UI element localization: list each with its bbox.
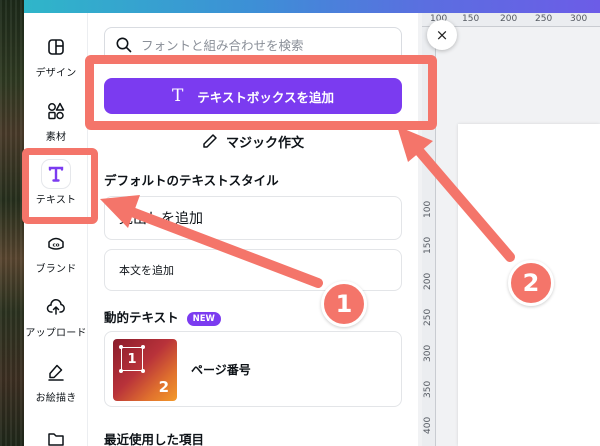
font-search-box[interactable]	[104, 27, 402, 63]
sidebar-item-design[interactable]: デザイン	[24, 33, 88, 79]
magic-write-button[interactable]: マジック作文	[104, 125, 402, 157]
ruler-tick: 100	[423, 200, 433, 218]
page-number-thumbnail: 1 2	[113, 339, 177, 401]
ruler-tick: 300	[570, 14, 588, 24]
draw-icon	[42, 358, 70, 386]
thumb-number-2: 2	[158, 378, 169, 396]
text-panel: T テキストボックスを追加 マジック作文 デフォルトのテキストスタイル 見出しを…	[88, 13, 418, 446]
sidebar-item-label: お絵描き	[35, 393, 77, 404]
new-badge: NEW	[186, 312, 221, 326]
ruler-tick: 200	[423, 272, 433, 290]
sidebar-item-label: 素材	[45, 132, 67, 143]
close-icon: ×	[435, 26, 449, 44]
upload-cloud-icon	[42, 293, 70, 321]
ruler-tick: 400	[423, 416, 433, 434]
svg-text:co: co	[52, 243, 59, 249]
elements-icon	[42, 97, 70, 125]
sidebar-item-label: デザイン	[35, 68, 77, 79]
sidebar-item-text[interactable]: テキスト	[24, 160, 88, 206]
sidebar-item-label: ブランド	[35, 264, 77, 275]
add-heading-card[interactable]: 見出しを追加	[104, 196, 402, 240]
page-number-label: ページ番号	[191, 363, 251, 377]
magic-write-label: マジック作文	[225, 135, 304, 151]
header-gradient-bar	[24, 0, 600, 13]
background-photo-strip	[0, 0, 24, 446]
recent-items-title: 最近使用した項目	[104, 432, 205, 446]
add-textbox-button[interactable]: T テキストボックスを追加	[104, 78, 402, 114]
heading-label: 見出しを追加	[119, 211, 203, 227]
add-textbox-label: テキストボックスを追加	[197, 89, 335, 105]
dynamic-text-label: 動的テキスト	[104, 310, 179, 325]
brand-icon: co	[42, 229, 70, 257]
default-styles-title: デフォルトのテキストスタイル	[104, 173, 279, 188]
text-icon	[42, 160, 70, 188]
sidebar-item-brand[interactable]: co ブランド	[24, 229, 88, 275]
dynamic-text-title: 動的テキスト NEW	[104, 307, 221, 326]
close-panel-button[interactable]: ×	[427, 20, 457, 50]
sidebar-item-projects[interactable]	[24, 425, 88, 446]
layout-icon	[42, 33, 70, 61]
text-t-icon: T	[171, 86, 184, 106]
sidebar-item-upload[interactable]: アップロード	[24, 293, 88, 339]
search-input[interactable]	[141, 37, 391, 53]
ruler-tick: 200	[500, 14, 518, 24]
magic-pen-icon	[203, 134, 217, 148]
step-2-label: 2	[522, 269, 540, 297]
page-number-card[interactable]: 1 2 ページ番号	[104, 331, 402, 407]
search-icon	[116, 37, 132, 53]
folder-icon	[42, 425, 70, 446]
step-1-label: 1	[335, 290, 353, 318]
ruler-tick: 350	[423, 380, 433, 398]
sidebar: デザイン 素材 テキスト co ブランド アップロード お絵描き	[24, 13, 88, 446]
thumb-selection-box: 1	[119, 345, 145, 373]
sidebar-item-label: テキスト	[35, 195, 77, 206]
ruler-tick: 150	[423, 236, 433, 254]
ruler-tick: 250	[535, 14, 553, 24]
sidebar-item-draw[interactable]: お絵描き	[24, 358, 88, 404]
thumb-number-1: 1	[127, 351, 137, 367]
body-text-label: 本文を追加	[119, 264, 174, 277]
sidebar-item-label: アップロード	[25, 328, 87, 339]
ruler-tick: 250	[423, 308, 433, 326]
sidebar-item-elements[interactable]: 素材	[24, 97, 88, 143]
step-number-1: 1	[321, 281, 367, 327]
ruler-tick: 300	[423, 344, 433, 362]
ruler-tick: 150	[462, 14, 480, 24]
step-number-2: 2	[508, 260, 554, 306]
